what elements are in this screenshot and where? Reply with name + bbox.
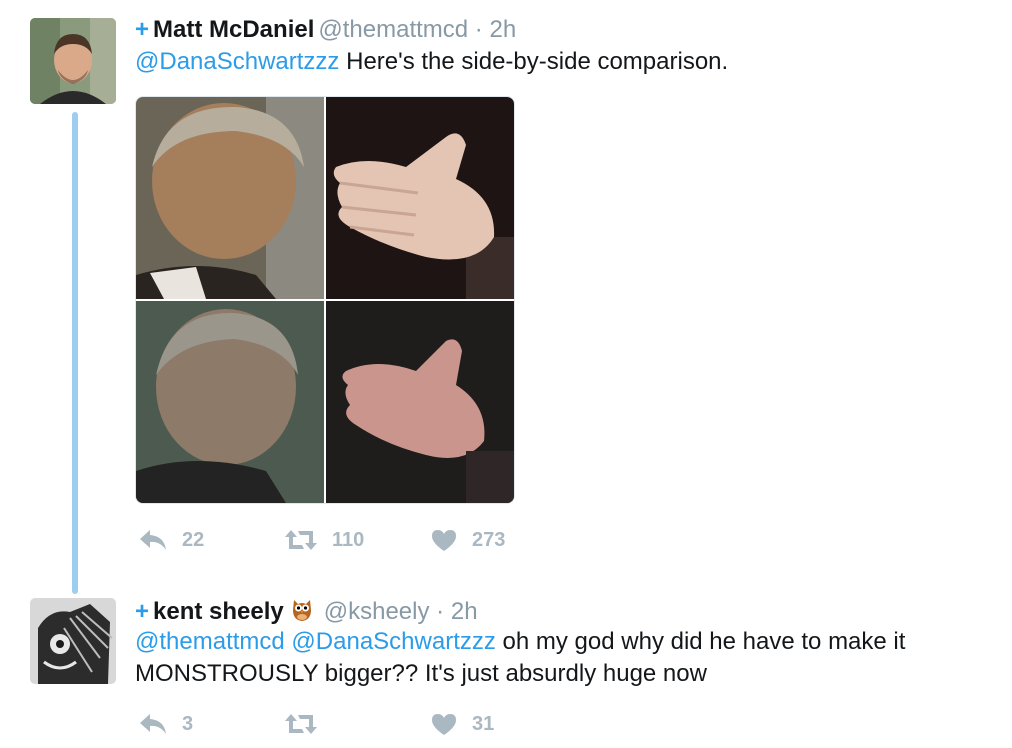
retweet-icon <box>285 530 317 550</box>
owl-emoji-icon <box>290 596 314 629</box>
retweet-button[interactable]: 110 <box>284 528 364 552</box>
timestamp[interactable]: 2h <box>451 598 478 625</box>
tweet-1-header: + Matt McDaniel @themattmcd · 2h <box>135 16 516 44</box>
mention-link[interactable]: @DanaSchwartzzz <box>135 48 339 75</box>
like-button[interactable]: 31 <box>430 712 494 736</box>
heart-icon <box>432 714 456 735</box>
mention-link[interactable]: @DanaSchwartzzz <box>291 628 495 655</box>
heart-icon <box>432 530 456 551</box>
tweet-body-line-1: oh my god why did he have to make it <box>495 628 906 655</box>
separator: · <box>436 598 445 625</box>
author-name[interactable]: kent sheely <box>153 598 284 625</box>
media-photo-head-bottom[interactable] <box>136 301 324 503</box>
like-button[interactable]: 273 <box>430 528 505 552</box>
tweet-1-text: @DanaSchwartzzz Here's the side-by-side … <box>135 46 728 78</box>
author-handle[interactable]: @ksheely <box>324 598 430 625</box>
retweet-count: 110 <box>332 528 365 551</box>
separator: · <box>474 16 483 43</box>
media-photo-head-top[interactable] <box>136 97 324 299</box>
thread-connector-line <box>72 112 78 594</box>
reply-button[interactable]: 3 <box>138 712 193 736</box>
reply-button[interactable]: 22 <box>138 528 204 552</box>
retweet-icon <box>285 714 317 734</box>
reply-count: 22 <box>182 528 205 551</box>
reply-icon <box>140 530 166 550</box>
tweet-body: Here's the side-by-side comparison. <box>339 48 729 75</box>
mention-link[interactable]: @themattmcd <box>135 628 285 655</box>
follow-plus-icon[interactable]: + <box>135 598 149 625</box>
retweet-button[interactable] <box>284 712 332 736</box>
grid-divider-horizontal <box>136 299 514 301</box>
media-photo-hand-bottom[interactable] <box>326 301 514 503</box>
author-name[interactable]: Matt McDaniel <box>153 16 314 43</box>
tweet-2-line-1: @themattmcd @DanaSchwartzzz oh my god wh… <box>135 626 995 658</box>
reply-count: 3 <box>182 712 194 735</box>
like-count: 273 <box>472 528 506 551</box>
tweet-2-text: @themattmcd @DanaSchwartzzz oh my god wh… <box>135 626 995 690</box>
author-handle[interactable]: @themattmcd <box>318 16 468 43</box>
timestamp[interactable]: 2h <box>489 16 516 43</box>
reply-icon <box>140 714 166 734</box>
avatar-matt-mcdaniel[interactable] <box>30 18 116 104</box>
tweet-1-actions: 22 110 273 <box>138 528 538 558</box>
media-photo-hand-top[interactable] <box>326 97 514 299</box>
follow-plus-icon[interactable]: + <box>135 16 149 43</box>
tweet-2-header: + kent sheely @ksheely · 2h <box>135 596 478 629</box>
avatar-kent-sheely[interactable] <box>30 598 116 684</box>
tweet-2-actions: 3 31 <box>138 712 538 742</box>
tweet-body-line-2: MONSTROUSLY bigger?? It's just absurdly … <box>135 660 707 687</box>
like-count: 31 <box>472 712 495 735</box>
tweet-media-grid[interactable] <box>135 96 515 504</box>
